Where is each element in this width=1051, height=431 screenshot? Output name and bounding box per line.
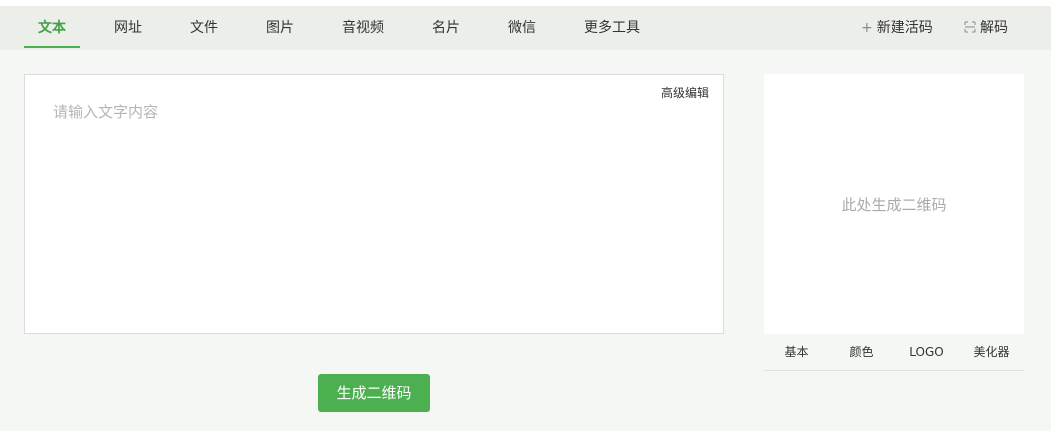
qr-tab-logo[interactable]: LOGO <box>894 334 959 370</box>
text-content-input[interactable] <box>53 101 653 301</box>
scan-icon <box>964 20 976 36</box>
text-editor-panel: 高级编辑 <box>24 74 724 334</box>
qr-tab-color[interactable]: 颜色 <box>829 334 894 370</box>
tab-wechat[interactable]: 微信 <box>508 6 536 50</box>
tool-navbar: 文本 网址 文件 图片 音视频 名片 微信 更多工具 + 新建活码 解码 <box>0 6 1051 50</box>
qr-style-tabs: 基本 颜色 LOGO 美化器 <box>764 334 1024 371</box>
tab-image[interactable]: 图片 <box>266 6 294 50</box>
generate-qr-button[interactable]: 生成二维码 <box>318 374 430 412</box>
tab-more-tools[interactable]: 更多工具 <box>584 6 640 50</box>
new-live-code-button[interactable]: + 新建活码 <box>861 6 933 50</box>
decode-label: 解码 <box>980 20 1008 36</box>
qr-preview-panel: 此处生成二维码 <box>764 74 1024 334</box>
qr-placeholder-text: 此处生成二维码 <box>841 196 947 214</box>
qr-tab-beautifier[interactable]: 美化器 <box>959 334 1024 370</box>
decode-button[interactable]: 解码 <box>964 6 1008 50</box>
tab-audio-video[interactable]: 音视频 <box>342 6 384 50</box>
qr-tab-basic[interactable]: 基本 <box>764 334 829 370</box>
tab-business-card[interactable]: 名片 <box>432 6 460 50</box>
active-tab-underline <box>24 46 80 48</box>
new-live-code-label: 新建活码 <box>876 20 933 36</box>
tab-url[interactable]: 网址 <box>114 6 142 50</box>
tab-file[interactable]: 文件 <box>190 6 218 50</box>
tab-text[interactable]: 文本 <box>38 6 66 50</box>
plus-icon: + <box>861 20 873 36</box>
advanced-edit-link[interactable]: 高级编辑 <box>661 84 709 101</box>
